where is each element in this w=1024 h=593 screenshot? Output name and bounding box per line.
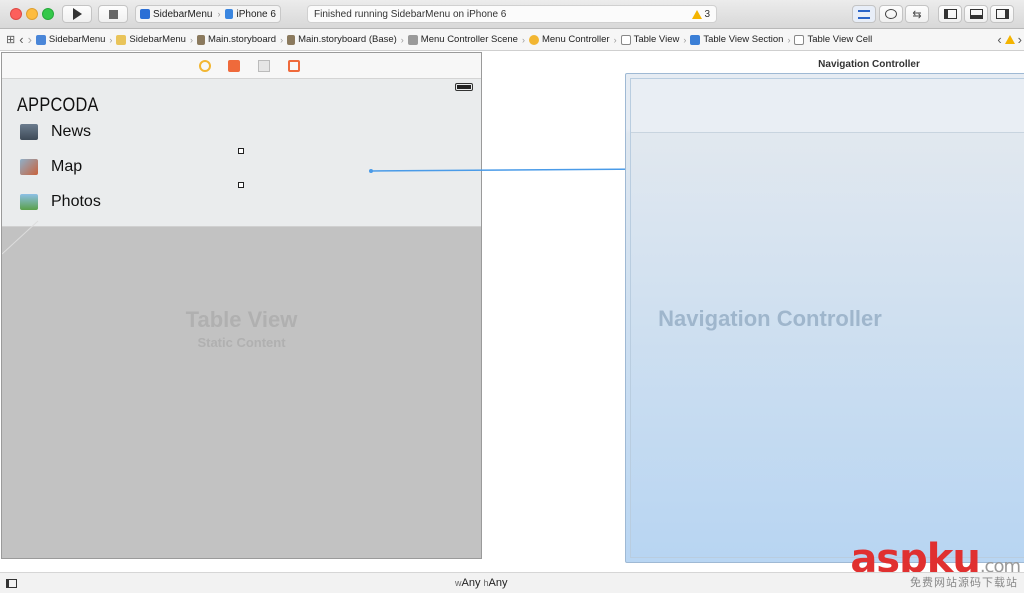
breadcrumb-label: SidebarMenu bbox=[129, 34, 186, 45]
canvas-bottom-bar: wAny hAny 免费网站源码下载站 bbox=[0, 572, 1024, 593]
chevron-right-icon: › bbox=[613, 34, 617, 45]
minimize-window-button[interactable] bbox=[26, 8, 38, 20]
breadcrumb-label: Table View bbox=[633, 34, 680, 45]
stop-icon bbox=[108, 9, 118, 19]
project-icon bbox=[35, 34, 46, 45]
standard-editor-button[interactable] bbox=[852, 5, 876, 23]
storyboard-file-icon bbox=[196, 34, 205, 45]
right-panel-icon bbox=[995, 9, 1009, 19]
scheme-name: SidebarMenu bbox=[153, 8, 213, 20]
device-name: iPhone 6 bbox=[236, 8, 276, 20]
watermark-subtitle: 免费网站源码下载站 bbox=[910, 577, 1018, 589]
breadcrumb-table-section[interactable]: Table View Section bbox=[688, 34, 785, 45]
grid-icon: ⊞ bbox=[6, 34, 16, 46]
issue-navigation[interactable]: ‹ › bbox=[995, 32, 1024, 47]
breadcrumb-storyboard[interactable]: Main.storyboard bbox=[195, 34, 278, 45]
chevron-right-icon: › bbox=[521, 34, 525, 45]
breadcrumb-scene[interactable]: Menu Controller Scene bbox=[406, 34, 520, 45]
close-window-button[interactable] bbox=[10, 8, 22, 20]
status-text: Finished running SidebarMenu on iPhone 6 bbox=[314, 8, 507, 20]
debug-area-toggle-button[interactable] bbox=[964, 5, 988, 23]
size-class-control[interactable]: wAny hAny bbox=[455, 577, 508, 589]
navigation-controller-title: Navigation Controller bbox=[818, 59, 920, 70]
window-toolbar: SidebarMenu › iPhone 6 Finished running … bbox=[0, 0, 1024, 29]
navigator-toggle-button[interactable] bbox=[938, 5, 962, 23]
back-button[interactable]: ‹ bbox=[17, 32, 25, 47]
chevron-right-icon: › bbox=[189, 34, 193, 45]
run-button[interactable] bbox=[62, 5, 92, 23]
chevron-right-icon: › bbox=[787, 34, 791, 45]
cube-icon bbox=[690, 34, 701, 45]
table-cell-icon bbox=[794, 34, 805, 45]
activity-status: Finished running SidebarMenu on iPhone 6… bbox=[307, 5, 717, 23]
chevron-right-icon: › bbox=[280, 34, 284, 45]
breadcrumb-label: Main.storyboard (Base) bbox=[298, 34, 397, 45]
version-editor-button[interactable]: ⇆ bbox=[905, 5, 929, 23]
navigation-bar[interactable] bbox=[631, 79, 1024, 133]
forward-button[interactable]: › bbox=[26, 32, 34, 47]
navigation-controller-placeholder: Navigation Controller bbox=[658, 306, 882, 331]
breadcrumb-label: SidebarMenu bbox=[48, 34, 106, 45]
play-icon bbox=[72, 8, 82, 20]
breadcrumb-table-view[interactable]: Table View bbox=[619, 34, 682, 45]
zoom-window-button[interactable] bbox=[42, 8, 54, 20]
storyboard-canvas[interactable]: APPCODA News Map Photos Table View Stati… bbox=[0, 51, 1024, 582]
chevron-right-icon: › bbox=[109, 34, 113, 45]
arrows-icon: ⇆ bbox=[912, 8, 922, 21]
document-outline-toggle-icon[interactable] bbox=[6, 579, 17, 588]
left-panel-icon bbox=[943, 9, 957, 19]
iphone-icon bbox=[225, 9, 234, 19]
table-view-icon bbox=[620, 34, 631, 45]
size-class-width: Any bbox=[461, 577, 481, 589]
warning-indicator[interactable]: 3 bbox=[692, 9, 710, 20]
chevron-left-icon: ‹ bbox=[19, 32, 24, 47]
chevron-right-icon: › bbox=[683, 34, 687, 45]
scene-icon bbox=[407, 34, 418, 45]
bottom-panel-icon bbox=[969, 9, 983, 19]
size-class-height: Any bbox=[488, 577, 508, 589]
jump-bar: ⊞ ‹ › SidebarMenu › SidebarMenu › Main.s… bbox=[0, 29, 1024, 51]
view-controller-icon bbox=[528, 34, 539, 45]
folder-icon bbox=[116, 34, 127, 45]
chevron-right-icon: › bbox=[217, 9, 221, 19]
warning-icon bbox=[1004, 35, 1015, 44]
breadcrumb-label: Menu Controller bbox=[541, 34, 610, 45]
warning-icon bbox=[692, 9, 703, 19]
assistant-editor-button[interactable] bbox=[879, 5, 903, 23]
storyboard-file-icon bbox=[287, 34, 296, 45]
xcode-app-icon bbox=[140, 9, 150, 19]
chevron-right-icon: › bbox=[1017, 32, 1022, 47]
breadcrumb-project[interactable]: SidebarMenu bbox=[34, 34, 108, 45]
breadcrumb-storyboard-base[interactable]: Main.storyboard (Base) bbox=[285, 34, 399, 45]
lines-icon bbox=[858, 9, 870, 19]
breadcrumb-label: Table View Section bbox=[703, 34, 784, 45]
breadcrumb-label: Main.storyboard bbox=[207, 34, 277, 45]
chevron-left-icon: ‹ bbox=[997, 32, 1002, 47]
chevron-right-icon: › bbox=[400, 34, 404, 45]
utilities-toggle-button[interactable] bbox=[990, 5, 1014, 23]
venn-icon bbox=[885, 9, 897, 19]
related-items-button[interactable]: ⊞ bbox=[0, 33, 17, 46]
chevron-right-icon: › bbox=[27, 32, 32, 47]
breadcrumb-group[interactable]: SidebarMenu bbox=[114, 34, 188, 45]
breadcrumb-label: Table View Cell bbox=[807, 34, 873, 45]
breadcrumb-controller[interactable]: Menu Controller bbox=[527, 34, 612, 45]
scheme-selector[interactable]: SidebarMenu › iPhone 6 bbox=[135, 5, 281, 23]
navigation-controller-scene[interactable]: Navigation Controller bbox=[625, 73, 1024, 563]
stop-button[interactable] bbox=[98, 5, 128, 23]
warning-count: 3 bbox=[704, 8, 710, 20]
breadcrumb-table-cell[interactable]: Table View Cell bbox=[792, 34, 874, 45]
breadcrumb-label: Menu Controller Scene bbox=[420, 34, 518, 45]
